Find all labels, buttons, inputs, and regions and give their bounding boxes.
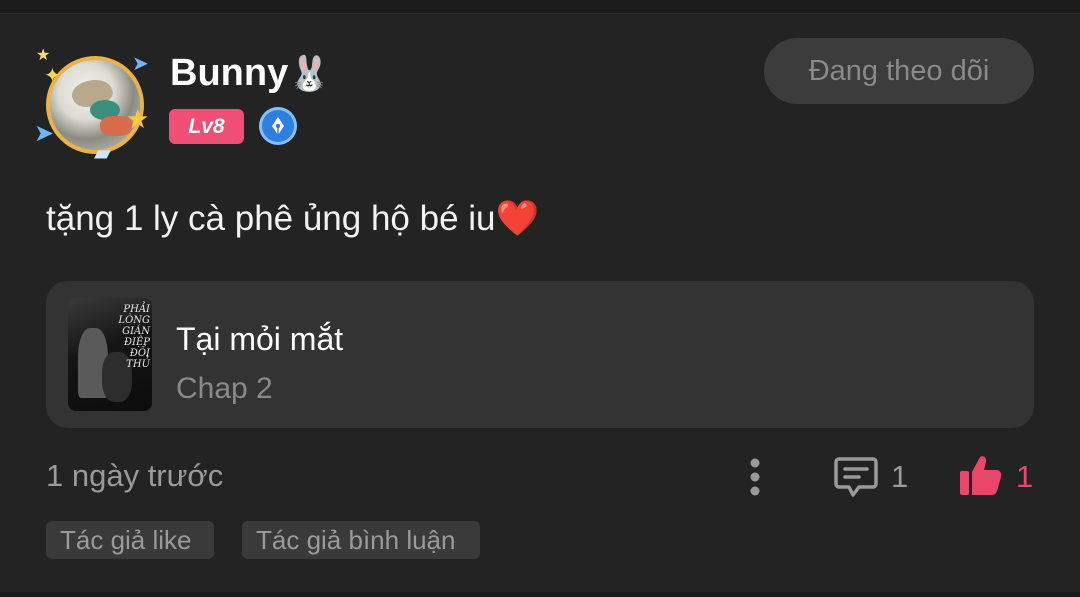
author-comment-tag: Tác giả bình luận — [242, 521, 480, 559]
avatar[interactable]: ✦ ★ ➤ ★ ➤ ▰ — [34, 44, 164, 169]
author-like-tag: Tác giả like — [46, 521, 214, 559]
heart-emoji-icon: ❤️ — [495, 199, 540, 238]
more-vertical-icon[interactable] — [740, 455, 770, 499]
username[interactable]: Bunny🐰 — [170, 52, 331, 95]
pen-badge-icon — [259, 107, 297, 145]
star-decoration-icon: ✦ — [44, 65, 61, 87]
bird-decoration-icon: ➤ — [132, 53, 149, 75]
bird-decoration-icon: ➤ — [34, 120, 55, 147]
top-divider — [0, 0, 1080, 14]
cover-title: PHẢI LÒNG GIÁN ĐIỆP ĐỐI THỦ — [118, 304, 150, 370]
comment-icon[interactable] — [833, 454, 879, 500]
username-text: Bunny — [170, 52, 289, 94]
story-chapter: Chap 2 — [176, 372, 273, 405]
following-button[interactable]: Đang theo dõi — [764, 38, 1034, 104]
comment-body: tặng 1 ly cà phê ủng hộ bé iu — [46, 199, 496, 238]
thumbs-up-icon[interactable] — [958, 452, 1004, 498]
book-decoration-icon: ▰ — [94, 140, 111, 165]
comment-text: tặng 1 ly cà phê ủng hộ bé iu❤️ — [46, 198, 539, 239]
story-card[interactable]: PHẢI LÒNG GIÁN ĐIỆP ĐỐI THỦ Tại mỏi mắt … — [46, 281, 1034, 428]
timestamp: 1 ngày trước — [46, 458, 224, 493]
story-title: Tại mỏi mắt — [176, 321, 344, 357]
star-decoration-icon: ★ — [36, 47, 51, 64]
star-decoration-icon: ★ — [126, 104, 150, 134]
story-cover: PHẢI LÒNG GIÁN ĐIỆP ĐỐI THỦ — [68, 298, 152, 411]
comment-count: 1 — [891, 459, 909, 494]
bunny-emoji-icon: 🐰 — [288, 55, 331, 93]
like-count: 1 — [1016, 459, 1034, 494]
bottom-divider — [0, 592, 1080, 597]
level-badge: Lv8 — [169, 109, 244, 144]
